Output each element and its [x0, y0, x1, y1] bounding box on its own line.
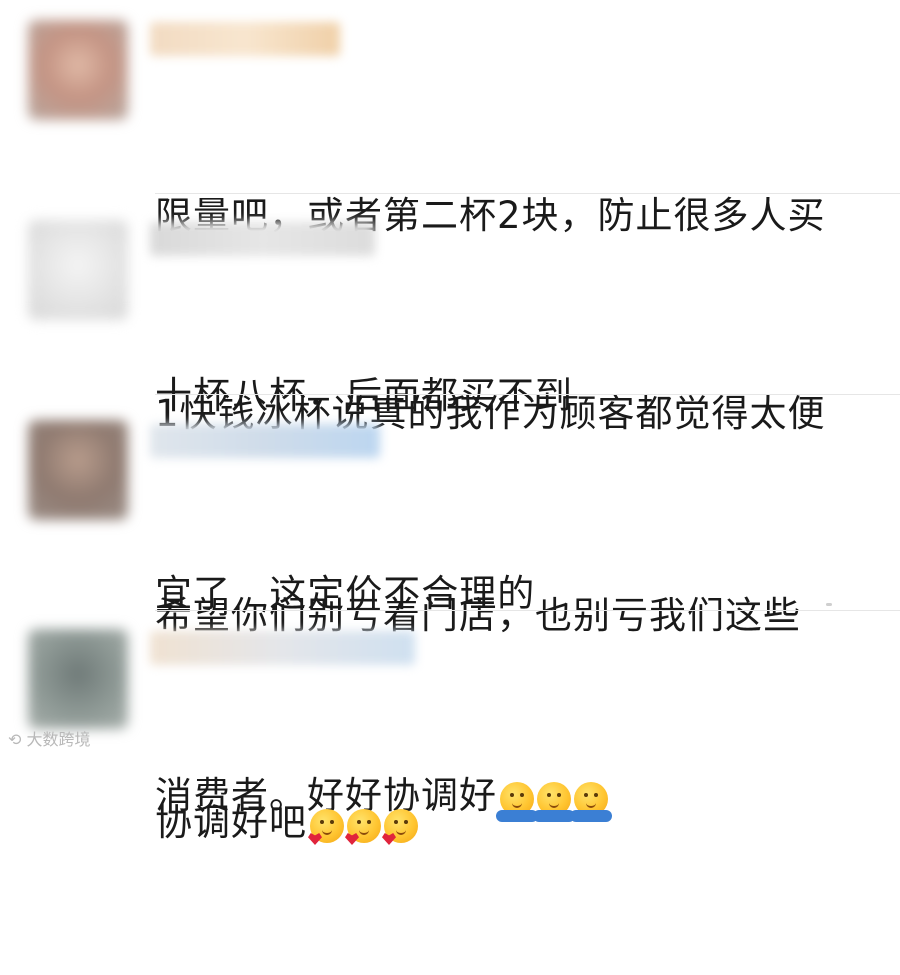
avatar[interactable] — [28, 420, 128, 520]
divider — [155, 394, 900, 395]
heart-face-emoji-icon — [347, 809, 381, 843]
avatar[interactable] — [28, 220, 128, 320]
heart-face-emoji-icon — [384, 809, 418, 843]
username[interactable] — [150, 22, 340, 56]
watermark-logo-icon: ⟲ — [8, 730, 22, 749]
emoji-group — [307, 795, 418, 855]
comment-item: 限量吧，或者第二杯2块，防止很多人买 十杯八杯，后面都买不到 — [0, 0, 900, 417]
username[interactable] — [150, 631, 415, 665]
username[interactable] — [150, 222, 375, 256]
comment-text-line: 协调好吧 — [155, 793, 875, 855]
avatar[interactable] — [28, 20, 128, 120]
comment-text-segment: 协调好吧 — [155, 801, 307, 844]
comment-item: 希望你们别亏着门店，也别亏我们这些 消费者。好好协调好 — [0, 400, 900, 822]
avatar[interactable] — [28, 629, 128, 729]
divider — [155, 610, 900, 611]
comment-item: 1快钱冰杯说真的我作为顾客都觉得太便 宜了 这定价不合理的 — [0, 200, 900, 615]
heart-face-emoji-icon — [310, 809, 344, 843]
watermark-text: 大数跨境 — [26, 730, 91, 749]
more-indicator[interactable] — [826, 603, 832, 606]
divider — [155, 193, 900, 194]
username[interactable] — [150, 424, 380, 458]
comment-text: 协调好吧 — [155, 673, 875, 975]
watermark: ⟲ 大数跨境 — [8, 726, 91, 750]
comment-item: 协调好吧 — [0, 615, 900, 844]
